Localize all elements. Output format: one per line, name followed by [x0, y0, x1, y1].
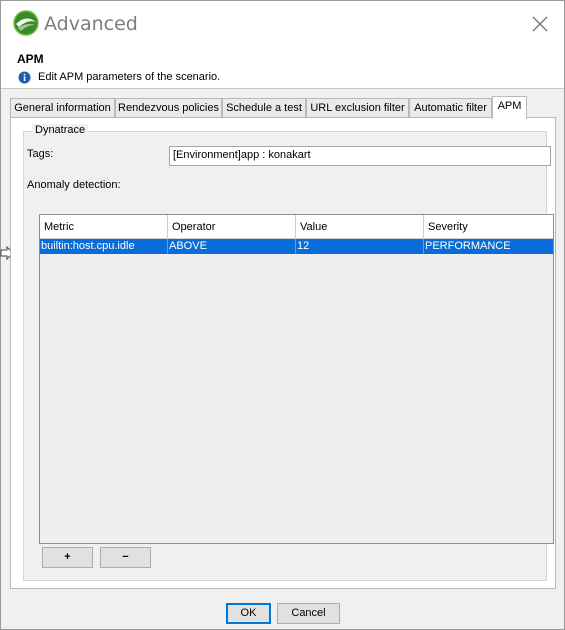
column-header-operator[interactable]: Operator [168, 215, 296, 239]
apm-tab-panel: Dynatrace Tags: [Environment]app : konak… [10, 117, 556, 589]
column-header-severity[interactable]: Severity [424, 215, 553, 239]
tab-url-exclusion-filter[interactable]: URL exclusion filter [306, 98, 409, 118]
remove-row-button[interactable]: − [100, 547, 151, 568]
dialog-header: APM Edit APM parameters of the scenario. [1, 47, 564, 89]
tab-label: Automatic filter [414, 102, 487, 114]
window-title: Advanced [44, 13, 138, 35]
app-logo-icon [13, 10, 39, 36]
table-row[interactable]: builtin:host.cpu.idle ABOVE 12 PERFORMAN… [40, 239, 553, 254]
tab-rendezvous-policies[interactable]: Rendezvous policies [115, 98, 222, 118]
column-header-metric[interactable]: Metric [40, 215, 168, 239]
info-icon [18, 71, 31, 84]
group-title: Dynatrace [32, 124, 89, 136]
tags-input[interactable]: [Environment]app : konakart [169, 146, 551, 166]
anomaly-table[interactable]: Metric Operator Value Severity builtin:h… [39, 214, 554, 544]
add-row-button[interactable]: + [42, 547, 93, 568]
tab-automatic-filter[interactable]: Automatic filter [409, 98, 492, 118]
advanced-dialog: Advanced APM Edit APM parameters of the … [0, 0, 565, 630]
anomaly-detection-label: Anomaly detection: [27, 179, 121, 191]
page-description: Edit APM parameters of the scenario. [38, 71, 221, 83]
dynatrace-group: Dynatrace Tags: [Environment]app : konak… [23, 124, 554, 581]
tab-label: Rendezvous policies [118, 102, 219, 114]
tags-label: Tags: [27, 148, 54, 160]
table-header: Metric Operator Value Severity [40, 215, 553, 239]
cell-operator: ABOVE [168, 239, 296, 254]
ok-button[interactable]: OK [226, 603, 271, 624]
cell-value: 12 [296, 239, 424, 254]
tab-label: URL exclusion filter [310, 102, 405, 114]
title-bar: Advanced [1, 1, 564, 47]
tab-schedule-a-test[interactable]: Schedule a test [222, 98, 306, 118]
tab-label: Schedule a test [226, 102, 302, 114]
tab-general-information[interactable]: General information [10, 98, 115, 118]
tab-apm[interactable]: APM [492, 96, 527, 119]
tab-label: APM [497, 100, 522, 112]
cell-severity: PERFORMANCE [425, 240, 511, 252]
page-title: APM [17, 52, 44, 66]
column-header-value[interactable]: Value [296, 215, 424, 239]
tab-label: General information [14, 102, 111, 114]
cell-metric: builtin:host.cpu.idle [40, 239, 168, 254]
cancel-button[interactable]: Cancel [277, 603, 340, 624]
close-icon[interactable] [525, 9, 555, 39]
